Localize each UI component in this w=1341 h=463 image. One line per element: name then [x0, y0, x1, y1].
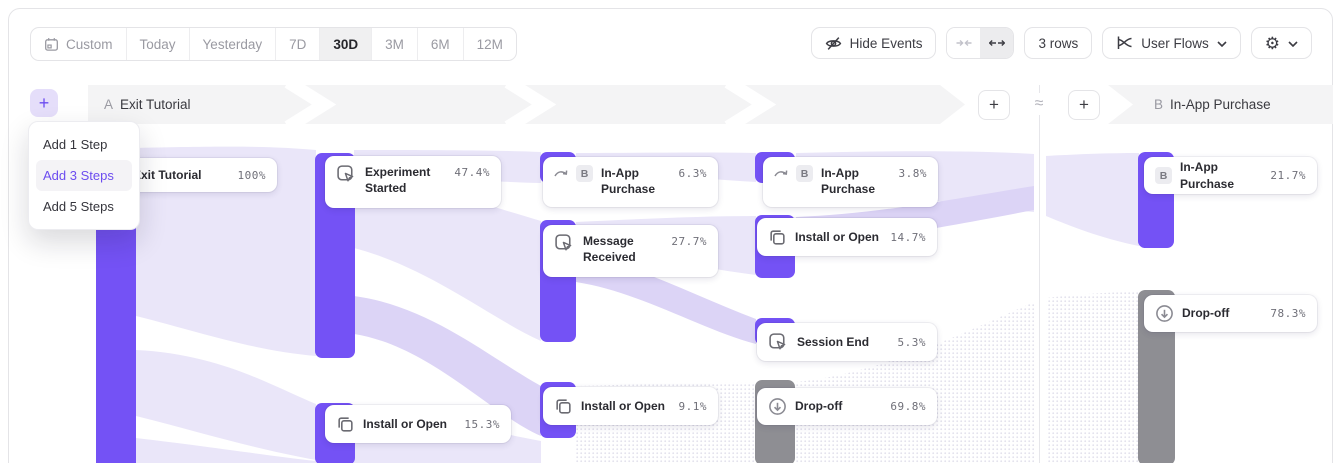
node-value: 5.3%: [898, 336, 927, 349]
step-a-letter: A: [104, 97, 113, 112]
step-a-label: Exit Tutorial: [120, 97, 191, 112]
user-flows-chart-icon: [1116, 35, 1133, 51]
step-a-header[interactable]: A Exit Tutorial: [104, 85, 191, 124]
menu-item-add-5-steps[interactable]: Add 5 Steps: [29, 191, 139, 222]
calendar-icon: [44, 37, 59, 52]
chevron-down-icon: [1288, 41, 1298, 47]
chevron-down-icon: [1217, 41, 1227, 47]
node-value: 15.3%: [464, 418, 500, 431]
collapse-columns-button[interactable]: [947, 28, 980, 58]
node-value: 9.1%: [679, 400, 708, 413]
copy-icon: [554, 397, 573, 416]
gear-icon: ⚙: [1265, 35, 1280, 52]
cursor-click-icon: [554, 233, 575, 254]
section-divider: [1039, 85, 1040, 463]
node-label: In-App Purchase: [601, 165, 671, 197]
flow-node-exit-tutorial[interactable]: Exit Tutorial 100%: [122, 158, 277, 192]
flow-node-dropoff-b[interactable]: Drop-off 78.3%: [1144, 295, 1317, 332]
flow-node-dropoff-4[interactable]: Drop-off 69.8%: [757, 388, 937, 425]
arrows-inward-icon: [956, 38, 972, 48]
flow-node-experiment-started[interactable]: Experiment Started 47.4%: [325, 156, 501, 208]
copy-icon: [336, 415, 355, 434]
flow-node-in-app-purchase-4[interactable]: B In-App Purchase 3.8%: [763, 157, 938, 207]
node-label: Exit Tutorial: [133, 167, 201, 183]
step-b-letter: B: [1154, 97, 1163, 112]
eye-off-icon: [825, 35, 842, 52]
date-range-7d[interactable]: 7D: [276, 28, 320, 60]
cursor-click-icon: [768, 332, 789, 353]
date-range-6m[interactable]: 6M: [418, 28, 464, 60]
node-label: Install or Open: [363, 416, 447, 432]
collapse-expand-toggle: [946, 27, 1014, 59]
flow-node-install-or-open-3[interactable]: Install or Open 9.1%: [543, 387, 718, 425]
date-range-30d[interactable]: 30D: [320, 28, 372, 60]
step-b-header[interactable]: B In-App Purchase: [1108, 85, 1333, 124]
arrow-down-circle-icon: [1155, 304, 1174, 323]
flow-node-message-received[interactable]: Message Received 27.7%: [543, 225, 718, 277]
node-label: Drop-off: [1182, 305, 1229, 321]
date-range-picker: Custom Today Yesterday 7D 30D 3M 6M 12M: [30, 27, 517, 61]
date-range-yesterday[interactable]: Yesterday: [190, 28, 277, 60]
toolbar-right: Hide Events 3 rows: [811, 27, 1312, 59]
node-label: Session End: [797, 334, 869, 350]
menu-item-add-3-steps[interactable]: Add 3 Steps: [36, 160, 132, 191]
node-value: 47.4%: [454, 166, 490, 179]
chart-type-label: User Flows: [1141, 36, 1209, 51]
step-b-badge: B: [576, 165, 593, 182]
node-label: In-App Purchase: [1180, 159, 1262, 191]
node-label: Message Received: [583, 233, 657, 265]
cursor-click-icon: [336, 164, 357, 185]
add-step-button[interactable]: +: [30, 89, 58, 117]
user-flows-canvas: A Exit Tutorial + ≈ + B In-App Purchase …: [0, 0, 1341, 463]
date-range-custom[interactable]: Custom: [31, 28, 127, 60]
flow-node-in-app-purchase-3[interactable]: B In-App Purchase 6.3%: [543, 157, 718, 207]
step-band-a: [88, 85, 965, 124]
node-label: In-App Purchase: [821, 165, 891, 197]
flow-node-install-or-open-4[interactable]: Install or Open 14.7%: [757, 218, 937, 256]
node-value: 100%: [238, 169, 267, 182]
date-range-label: Custom: [66, 37, 113, 52]
date-range-12m[interactable]: 12M: [464, 28, 516, 60]
chart-type-dropdown[interactable]: User Flows: [1102, 27, 1241, 59]
node-value: 78.3%: [1270, 307, 1306, 320]
node-value: 6.3%: [679, 167, 708, 180]
node-label: Drop-off: [795, 398, 842, 414]
node-value: 27.7%: [671, 235, 707, 248]
flow-node-install-or-open-2[interactable]: Install or Open 15.3%: [325, 405, 511, 443]
arrows-outward-icon: [989, 38, 1005, 48]
add-step-between-button[interactable]: +: [978, 90, 1010, 120]
arrow-down-circle-icon: [768, 397, 787, 416]
hide-events-button[interactable]: Hide Events: [811, 27, 937, 59]
node-label: Install or Open: [795, 229, 879, 245]
node-value: 21.7%: [1270, 169, 1306, 182]
flow-node-in-app-purchase-b[interactable]: B In-App Purchase 21.7%: [1144, 157, 1317, 194]
step-b-badge: B: [796, 165, 813, 182]
menu-item-add-1-step[interactable]: Add 1 Step: [29, 129, 139, 160]
step-b-badge: B: [1155, 167, 1172, 184]
add-step-menu: Add 1 Step Add 3 Steps Add 5 Steps: [28, 121, 140, 230]
approx-connector: ≈: [1027, 93, 1051, 115]
add-step-before-b-button[interactable]: +: [1068, 90, 1100, 120]
node-label: Experiment Started: [365, 164, 439, 196]
trend-arrow-icon: [774, 168, 788, 178]
rows-count-label: 3 rows: [1038, 36, 1078, 51]
node-value: 3.8%: [899, 167, 928, 180]
flow-node-session-end[interactable]: Session End 5.3%: [757, 323, 937, 361]
date-range-today[interactable]: Today: [127, 28, 190, 60]
node-label: Install or Open: [581, 398, 665, 414]
date-range-3m[interactable]: 3M: [372, 28, 418, 60]
hide-events-label: Hide Events: [850, 36, 923, 51]
rows-count-button[interactable]: 3 rows: [1024, 27, 1092, 59]
expand-columns-button[interactable]: [980, 28, 1013, 58]
trend-arrow-icon: [554, 168, 568, 178]
step-b-label: In-App Purchase: [1170, 97, 1271, 112]
node-value: 69.8%: [890, 400, 926, 413]
copy-icon: [768, 228, 787, 247]
settings-dropdown[interactable]: ⚙: [1251, 27, 1312, 59]
node-value: 14.7%: [890, 231, 926, 244]
